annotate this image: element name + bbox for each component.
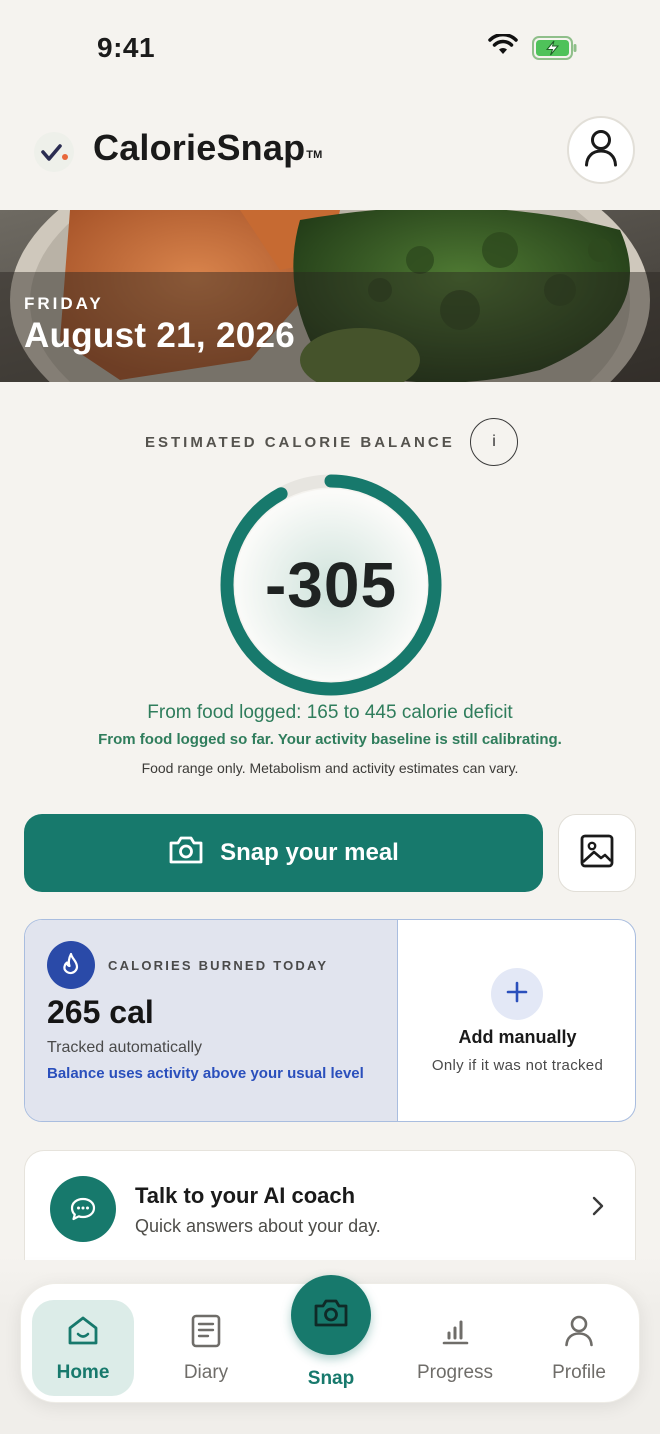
photo-library-button[interactable]	[558, 814, 636, 892]
trademark-mark: TM	[306, 149, 323, 161]
ai-coach-card[interactable]: Talk to your AI coach Quick answers abou…	[24, 1150, 636, 1260]
balance-header: ESTIMATED CALORIE BALANCE i	[0, 418, 660, 466]
camera-icon	[168, 835, 204, 872]
coach-subtitle: Quick answers about your day.	[135, 1216, 381, 1236]
bottom-nav: Home Diary Snap Progress Profile	[20, 1275, 640, 1403]
nav-progress[interactable]: Progress	[404, 1300, 506, 1396]
diary-icon	[191, 1314, 221, 1348]
add-manually-button[interactable]	[491, 968, 543, 1020]
info-icon: i	[492, 433, 496, 450]
add-manually-title[interactable]: Add manually	[398, 1027, 635, 1048]
snap-meal-button[interactable]: Snap your meal	[24, 814, 543, 892]
nav-diary-label: Diary	[183, 1362, 229, 1383]
app-logo-icon	[34, 132, 74, 172]
nav-profile[interactable]: Profile	[528, 1300, 630, 1396]
balance-value: -305	[264, 549, 398, 621]
calorie-balance-ring: -305	[218, 472, 444, 698]
hero-banner: FRIDAY August 21, 2026	[0, 210, 660, 382]
camera-icon	[313, 1298, 349, 1333]
balance-label: ESTIMATED CALORIE BALANCE	[145, 434, 455, 451]
nav-progress-label: Progress	[416, 1362, 494, 1383]
plus-icon	[506, 981, 528, 1008]
burned-value: 265 cal	[47, 994, 154, 1030]
hero-day: FRIDAY	[24, 294, 104, 313]
status-icons	[488, 32, 578, 61]
flame-icon	[47, 941, 95, 989]
estimate-disclaimer: Food range only. Metabolism and activity…	[141, 760, 519, 776]
chevron-right-icon	[591, 1195, 605, 1222]
status-bar: 9:41	[0, 0, 660, 96]
home-icon	[66, 1314, 100, 1348]
hero-date: August 21, 2026	[24, 316, 295, 355]
nav-snap-label[interactable]: Snap	[281, 1368, 381, 1390]
calibration-note: From food logged so far. Your activity b…	[98, 731, 562, 748]
chat-bubble-icon	[50, 1176, 116, 1242]
snap-meal-label: Snap your meal	[220, 839, 399, 866]
burned-summary[interactable]: CALORIES BURNED TODAY 265 cal Tracked au…	[25, 920, 398, 1121]
wifi-icon	[488, 32, 518, 61]
nav-home[interactable]: Home	[32, 1300, 134, 1396]
user-icon	[584, 129, 618, 172]
nav-profile-label: Profile	[552, 1362, 606, 1383]
add-manually-subtitle: Only if it was not tracked	[431, 1057, 604, 1074]
nav-home-label: Home	[56, 1362, 110, 1383]
image-icon	[580, 834, 614, 873]
coach-title: Talk to your AI coach	[135, 1183, 356, 1208]
deficit-range-text: From food logged: 165 to 445 calorie def…	[147, 702, 513, 723]
info-button[interactable]: i	[470, 418, 518, 466]
app-title: CalorieSnapTM	[93, 127, 323, 168]
status-time: 9:41	[97, 32, 156, 63]
nav-snap-button[interactable]	[291, 1275, 371, 1355]
calories-burned-card: CALORIES BURNED TODAY 265 cal Tracked au…	[24, 919, 636, 1122]
burned-balance-note: Balance uses activity above your usual l…	[47, 1065, 364, 1082]
burned-label: CALORIES BURNED TODAY	[108, 958, 329, 973]
profile-button[interactable]	[567, 116, 635, 184]
battery-charging-icon	[532, 35, 578, 60]
nav-diary[interactable]: Diary	[155, 1300, 257, 1396]
bar-chart-icon	[440, 1314, 470, 1348]
burned-tracked-text: Tracked automatically	[47, 1039, 203, 1056]
app-header: CalorieSnapTM	[0, 112, 660, 192]
profile-icon	[564, 1314, 594, 1348]
